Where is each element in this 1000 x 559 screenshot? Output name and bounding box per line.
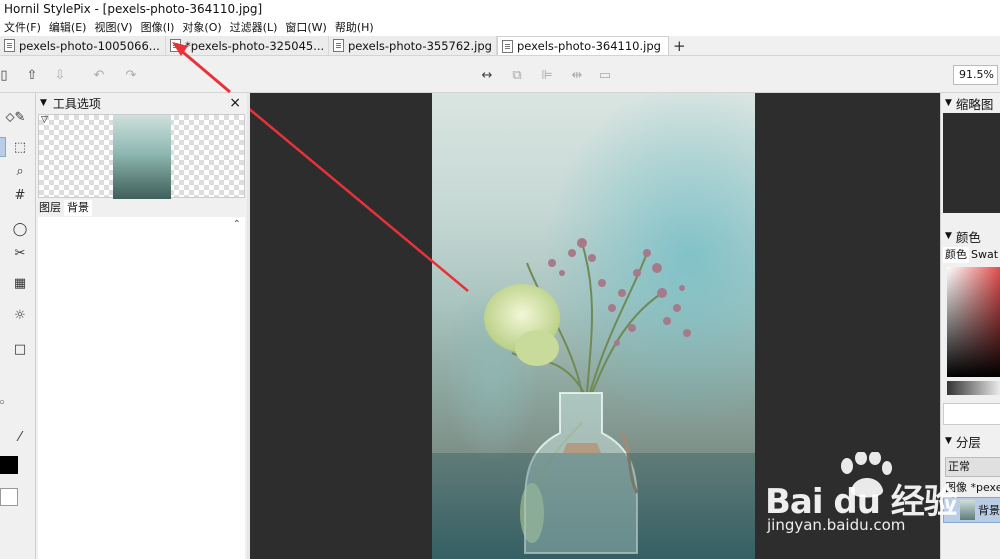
tab-label: pexels-photo-1005066... <box>19 38 160 53</box>
tab-document-1[interactable]: pexels-photo-1005066... <box>0 36 166 55</box>
tab-color[interactable]: 颜色 <box>943 247 969 263</box>
alpha-slider[interactable] <box>947 381 1000 395</box>
layers-title: 分层 <box>955 434 981 450</box>
window-title: Hornil StylePix - [pexels-photo-364110.j… <box>0 0 1000 18</box>
navigator-title: 缩略图 <box>955 96 994 112</box>
eraser-icon[interactable]: ◦ <box>0 393 12 413</box>
menu-file[interactable]: 文件(F) <box>0 19 45 35</box>
align-left-icon[interactable]: ⊫ <box>537 65 557 85</box>
color-values-box[interactable] <box>943 403 1000 425</box>
color-tabs: 颜色 Swat <box>943 247 1000 263</box>
color-header: ▼ 颜色 <box>941 226 1000 246</box>
menu-window[interactable]: 窗口(W) <box>281 19 330 35</box>
tool-preview-thumbnail: ▽ <box>38 114 245 199</box>
tool-panel-body: ⌃ <box>38 217 245 559</box>
undo-icon[interactable]: ↶ <box>89 65 109 85</box>
new-document-icon[interactable]: ▯ <box>0 65 14 85</box>
menu-filter[interactable]: 过滤器(L) <box>226 19 282 35</box>
tab-document-4[interactable]: pexels-photo-364110.jpg × <box>497 36 669 55</box>
tab-close-icon[interactable]: × <box>667 40 668 53</box>
gradient-icon[interactable]: ▦ <box>10 273 30 293</box>
collapse-arrow-icon[interactable]: ▼ <box>945 436 952 446</box>
annotation-arrowhead <box>172 42 231 94</box>
document-icon <box>502 39 513 53</box>
tool-options-panel: ▼ 工具选项 × ▽ 图层 背景 ⌃ <box>36 93 247 559</box>
new-tab-icon[interactable]: + <box>673 37 686 55</box>
foreground-color-swatch[interactable] <box>0 456 18 474</box>
tab-label: pexels-photo-364110.jpg <box>517 39 661 53</box>
watermark-url: jingyan.baidu.com <box>767 516 906 534</box>
clone-icon[interactable]: ✂ <box>10 243 30 263</box>
tool-panel-tabs: 图层 背景 <box>36 200 247 216</box>
fit-width-icon[interactable]: ↔ <box>477 65 497 85</box>
eyedropper-icon[interactable]: ⁄ <box>10 427 30 447</box>
tab-layers[interactable]: 图层 <box>36 200 64 216</box>
color-title: 颜色 <box>955 229 981 245</box>
brightness-icon[interactable]: ☼ <box>10 305 30 325</box>
arrange-icon[interactable]: ⧉ <box>507 65 527 85</box>
selection-active-icon[interactable] <box>0 137 6 157</box>
rectangle-icon[interactable]: □ <box>10 339 30 359</box>
upload-icon[interactable]: ⇧ <box>22 65 42 85</box>
shape-icon[interactable]: ◯ <box>10 219 30 239</box>
lasso-icon[interactable]: ⌕ <box>10 161 30 181</box>
tool-options-title: 工具选项 <box>52 96 101 111</box>
collapse-arrow-icon[interactable]: ▼ <box>945 98 952 108</box>
crop-icon[interactable]: # <box>10 185 30 205</box>
download-icon[interactable]: ⇩ <box>50 65 70 85</box>
menu-image[interactable]: 图像(I) <box>137 19 179 35</box>
color-picker-field[interactable] <box>947 267 1000 377</box>
background-color-swatch[interactable] <box>0 488 18 506</box>
menu-view[interactable]: 视图(V) <box>90 19 136 35</box>
menu-bar: 文件(F) 编辑(E) 视图(V) 图像(I) 对象(O) 过滤器(L) 窗口(… <box>0 18 1000 36</box>
tab-background[interactable]: 背景 <box>64 200 92 216</box>
distribute-icon[interactable]: ⇹ <box>567 65 587 85</box>
scroll-up-icon[interactable]: ⌃ <box>233 219 241 230</box>
rect-select-icon[interactable]: ⬚ <box>10 137 30 157</box>
tab-swatches[interactable]: Swat <box>969 247 1000 263</box>
watermark: Bai du 经验 jingyan.baidu.com <box>765 452 1000 542</box>
screen-icon[interactable]: ▭ <box>595 65 615 85</box>
menu-help[interactable]: 帮助(H) <box>331 19 378 35</box>
document-tab-bar: pexels-photo-1005066... *pexels-photo-32… <box>0 36 1000 56</box>
main-toolbar: ▯ ⇧ ⇩ ↶ ↷ ↔ ⧉ ⊫ ⇹ ▭ <box>0 57 1000 93</box>
navigator-header: ▼ 缩略图 <box>941 93 1000 113</box>
collapse-arrow-icon[interactable]: ▼ <box>945 231 952 241</box>
menu-edit[interactable]: 编辑(E) <box>45 19 91 35</box>
collapse-arrow-icon[interactable]: ▼ <box>40 98 47 108</box>
redo-icon[interactable]: ↷ <box>121 65 141 85</box>
navigator-thumbnail[interactable] <box>943 113 1000 213</box>
thumbnail-arrow-icon[interactable]: ▽ <box>41 115 48 125</box>
zoom-field[interactable]: 91.5% <box>953 65 998 85</box>
layers-header: ▼ 分层 <box>941 431 1000 451</box>
clip-tool-icon[interactable]: ✎ <box>10 107 30 127</box>
preview-image <box>113 115 171 199</box>
document-icon <box>4 39 15 52</box>
menu-object[interactable]: 对象(O) <box>178 19 225 35</box>
